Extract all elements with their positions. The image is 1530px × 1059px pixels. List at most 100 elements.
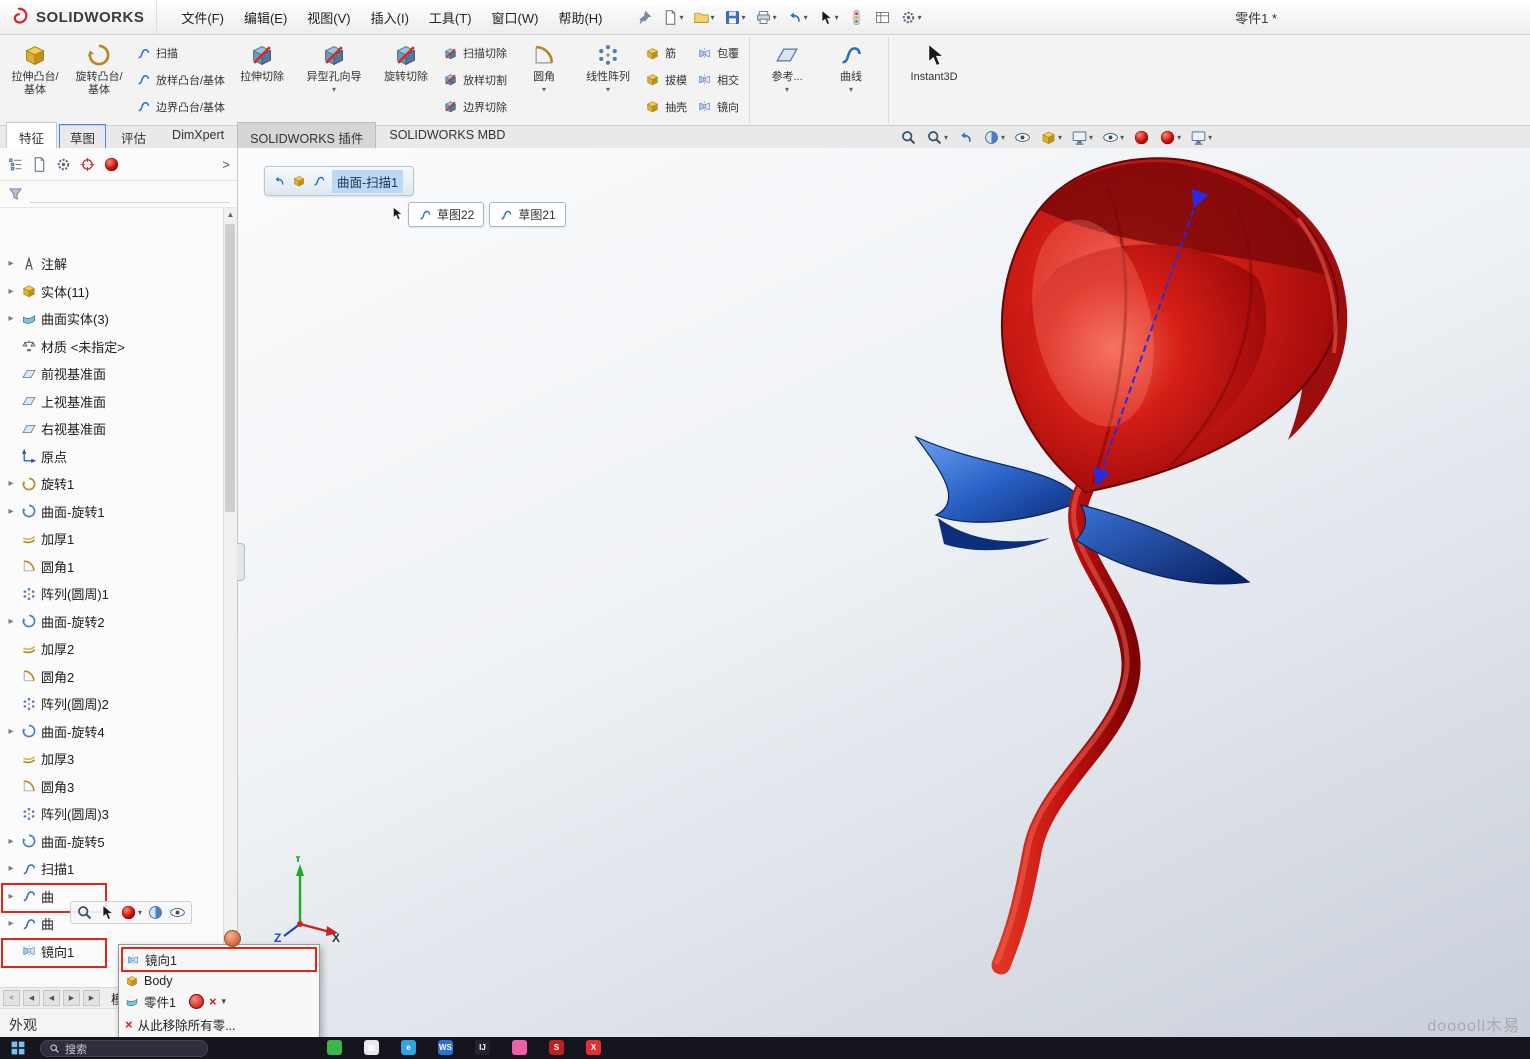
orientation-triad[interactable]: Y X Z xyxy=(272,856,342,944)
tree-scrollbar[interactable]: ▲ xyxy=(223,208,237,987)
tree-item-surface-revolve2[interactable]: 曲面-旋转2 xyxy=(0,608,237,636)
menu-file[interactable]: 文件(F) xyxy=(171,4,234,31)
app-ij[interactable]: IJ xyxy=(475,1040,490,1055)
tree-item-material[interactable]: 材质 <未指定> xyxy=(0,333,237,361)
view-settings[interactable]: ▾ xyxy=(1190,129,1212,146)
tree-item-right-plane[interactable]: 右视基准面 xyxy=(0,415,237,443)
menu-tools[interactable]: 工具(T) xyxy=(419,4,482,31)
tree-item-solid-bodies[interactable]: 实体(11) xyxy=(0,278,237,306)
options-grid[interactable] xyxy=(871,7,894,28)
undo-action[interactable]: ▾ xyxy=(783,7,811,28)
tree-item-fillet2[interactable]: 圆角2 xyxy=(0,663,237,691)
ribbon-big-button[interactable]: 旋转切除 xyxy=(375,37,437,123)
ribbon-small-button[interactable]: 扫描 xyxy=(136,42,225,64)
instant3d[interactable]: Instant3D xyxy=(888,37,973,123)
tree-item-circular-pattern2[interactable]: 阵列(圆周)2 xyxy=(0,690,237,718)
expand-arrow[interactable] xyxy=(5,918,17,929)
tab-scroll-last[interactable]: ▶ xyxy=(83,990,100,1006)
filter-input[interactable] xyxy=(30,186,230,203)
panel-expand-chevron[interactable]: > xyxy=(222,157,230,172)
app-ws[interactable]: WS xyxy=(438,1040,453,1055)
ribbon-small-button[interactable]: 镜向 xyxy=(697,96,739,118)
menu-edit[interactable]: 编辑(E) xyxy=(234,4,297,31)
start-button-icon[interactable] xyxy=(10,1040,26,1056)
tree-item-annotations[interactable]: 注解 xyxy=(0,250,237,278)
scroll-up-arrow[interactable]: ▲ xyxy=(224,210,237,219)
tree-item-front-plane[interactable]: 前视基准面 xyxy=(0,360,237,388)
select-tool[interactable]: ▾ xyxy=(814,7,842,28)
overlay-appearance[interactable]: ▾ xyxy=(120,904,142,921)
extrude-cut[interactable]: 拉伸切除 xyxy=(231,37,293,123)
expand-arrow[interactable] xyxy=(5,726,17,737)
tree-item-circular-pattern3[interactable]: 阵列(圆周)3 xyxy=(0,800,237,828)
popup-item-part[interactable]: 零件1 × ▾ xyxy=(121,990,317,1013)
rib-group[interactable]: 筋 拔模 抽壳 xyxy=(641,37,691,123)
app-mascot[interactable] xyxy=(327,1040,342,1055)
hole-wizard[interactable]: 异型孔向导 ▾ xyxy=(295,37,373,123)
ribbon-big-button[interactable]: 参考... ▾ xyxy=(756,37,818,123)
ribbon-big-button[interactable]: 异型孔向导 ▾ xyxy=(295,37,373,123)
popup-item-body[interactable]: Body xyxy=(121,972,317,990)
displaymanager-tab[interactable] xyxy=(103,156,120,173)
sweep-group[interactable]: 扫描 放样凸台/基体 边界凸台/基体 xyxy=(132,37,229,123)
ribbon-small-button[interactable]: 抽壳 xyxy=(645,96,687,118)
menu-help[interactable]: 帮助(H) xyxy=(548,4,612,31)
zoom-to-area[interactable]: ▾ xyxy=(926,129,948,146)
overlay-select[interactable] xyxy=(98,904,115,921)
tree-item-thicken3[interactable]: 加厚3 xyxy=(0,745,237,773)
tree-item-surface-revolve1[interactable]: 曲面-旋转1 xyxy=(0,498,237,526)
ribbon-big-button[interactable]: 旋转凸台/基体 xyxy=(68,37,130,123)
ribbon-big-button[interactable]: 拉伸凸台/基体 xyxy=(4,37,66,123)
ribbon-small-button[interactable]: 放样凸台/基体 xyxy=(136,69,225,91)
tree-item-surface-bodies[interactable]: 曲面实体(3) xyxy=(0,305,237,333)
menu-insert[interactable]: 插入(I) xyxy=(361,4,419,31)
save-document[interactable]: ▾ xyxy=(721,7,749,28)
menu-view[interactable]: 视图(V) xyxy=(297,4,360,31)
appearance-ball-icon[interactable] xyxy=(224,930,241,947)
dimxpertmanager-tab[interactable] xyxy=(79,156,96,173)
hide-show-items[interactable]: ▾ xyxy=(1102,129,1124,146)
overlay-hide[interactable] xyxy=(169,904,186,921)
ribbon-big-button[interactable]: 线性阵列 ▾ xyxy=(577,37,639,123)
expand-arrow[interactable] xyxy=(5,286,17,297)
ribbon-big-button[interactable]: 曲线 ▾ xyxy=(820,37,882,123)
ribbon-small-button[interactable]: 筋 xyxy=(645,42,687,64)
extrude-boss[interactable]: 拉伸凸台/基体 xyxy=(4,37,66,123)
sketch21-chip[interactable]: 草图21 xyxy=(489,202,565,227)
tab-scroll-next[interactable]: ▶ xyxy=(63,990,80,1006)
configurationmanager-tab[interactable] xyxy=(55,156,72,173)
leaf-left-lower[interactable] xyxy=(938,518,1050,550)
settings-gear[interactable]: ▾ xyxy=(897,7,925,28)
tab-scroll-first[interactable]: ◀ xyxy=(23,990,40,1006)
ribbon-small-button[interactable]: 包覆 xyxy=(697,42,739,64)
app-x[interactable]: X xyxy=(586,1040,601,1055)
tab-scroll-prev[interactable]: ◀ xyxy=(43,990,60,1006)
popup-item-mirror1[interactable]: 镜向1 xyxy=(121,947,317,972)
expand-arrow[interactable] xyxy=(5,313,17,324)
app-widgets[interactable]: ▦ xyxy=(364,1040,379,1055)
color-swatch[interactable] xyxy=(189,994,204,1009)
tree-filter-row[interactable] xyxy=(0,181,237,208)
sketch22-chip[interactable]: 草图22 xyxy=(408,202,484,227)
ribbon-small-button[interactable]: 放样切割 xyxy=(443,69,507,91)
ribbon-big-button[interactable]: 拉伸切除 xyxy=(231,37,293,123)
tree-item-surface-revolve5[interactable]: 曲面-旋转5 xyxy=(0,828,237,856)
new-document[interactable]: ▾ xyxy=(659,7,687,28)
scrollbar-thumb[interactable] xyxy=(225,224,235,512)
view-orientation[interactable]: ▾ xyxy=(1040,129,1062,146)
tree-item-fillet1[interactable]: 圆角1 xyxy=(0,553,237,581)
popup-item-remove-all[interactable]: × 从此移除所有零... xyxy=(121,1013,317,1036)
surface-sweep-icon[interactable] xyxy=(312,174,326,188)
revolve-boss[interactable]: 旋转凸台/基体 xyxy=(68,37,130,123)
tree-item-surface-revolve4[interactable]: 曲面-旋转4 xyxy=(0,718,237,746)
expand-arrow[interactable] xyxy=(5,616,17,627)
propertymanager-tab[interactable] xyxy=(31,156,48,173)
featuremanager-tree-tab[interactable] xyxy=(7,156,24,173)
history-icon[interactable] xyxy=(272,174,286,188)
curves[interactable]: 曲线 ▾ xyxy=(820,37,882,123)
overlay-section[interactable] xyxy=(147,904,164,921)
menu-window[interactable]: 窗口(W) xyxy=(482,4,549,31)
dropdown-caret-icon[interactable]: ▾ xyxy=(222,996,227,1007)
tree-item-fillet3[interactable]: 圆角3 xyxy=(0,773,237,801)
expand-arrow[interactable] xyxy=(5,258,17,269)
